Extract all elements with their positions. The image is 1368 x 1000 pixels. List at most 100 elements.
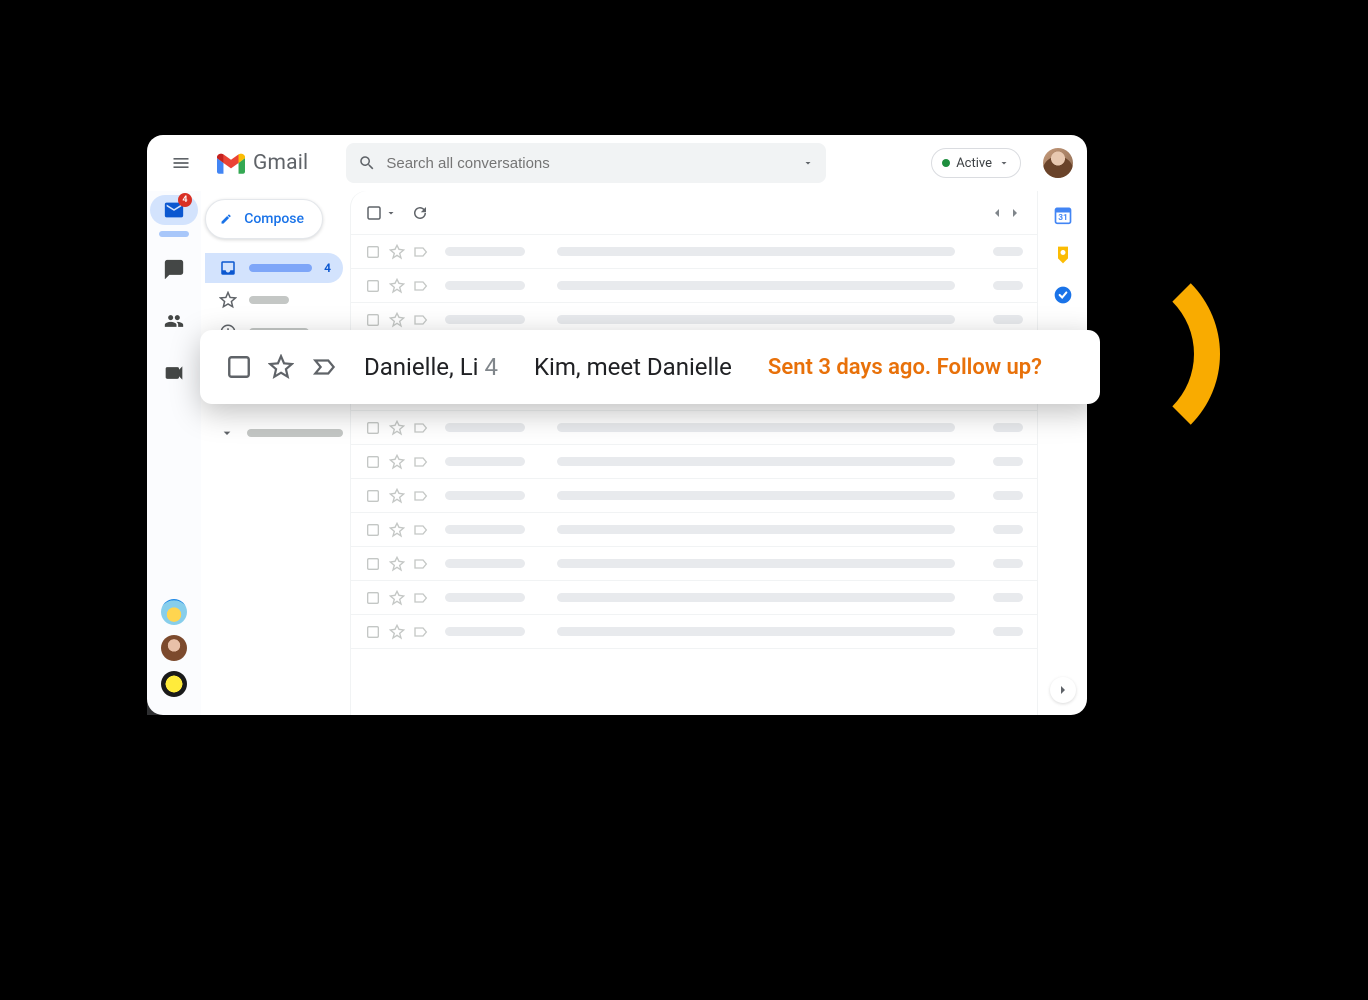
label-icon (413, 420, 429, 436)
checkbox-icon (365, 278, 381, 294)
spaces-icon (164, 311, 184, 331)
label-icon (413, 590, 429, 606)
email-row-placeholder[interactable] (351, 445, 1037, 479)
label-icon (413, 624, 429, 640)
highlighted-email-row[interactable]: Danielle, Li 4 Kim, meet Danielle Sent 3… (200, 330, 1100, 404)
checkbox-icon (365, 420, 381, 436)
label-icon (413, 278, 429, 294)
rail-chat-button[interactable] (154, 249, 194, 289)
nav-inbox[interactable]: 4 (205, 253, 343, 283)
chevron-down-icon (998, 157, 1010, 169)
gmail-logo-icon (217, 152, 245, 174)
important-label-icon[interactable] (310, 354, 340, 380)
app-header: Gmail Active (147, 135, 1087, 191)
checkbox-icon (365, 204, 383, 222)
keep-icon[interactable] (1053, 245, 1073, 265)
svg-text:31: 31 (1058, 213, 1068, 223)
search-bar[interactable] (346, 143, 826, 183)
sidepanel-expand-button[interactable] (1050, 677, 1076, 703)
label-icon (413, 522, 429, 538)
meet-icon (164, 363, 184, 383)
status-chip[interactable]: Active (931, 148, 1021, 178)
star-icon (389, 624, 405, 640)
app-name: Gmail (253, 151, 308, 175)
rail-spaces-button[interactable] (154, 301, 194, 341)
account-avatar[interactable] (1043, 148, 1073, 178)
gmail-logo-area[interactable]: Gmail (217, 151, 308, 175)
rail-contacts (161, 599, 187, 697)
contact-avatar-3[interactable] (161, 671, 187, 697)
email-row-placeholder[interactable] (351, 513, 1037, 547)
chevron-down-icon (219, 425, 235, 441)
folder-sidebar: Compose 4 (201, 191, 351, 715)
checkbox-icon (365, 312, 381, 328)
star-icon (389, 420, 405, 436)
contact-avatar-1[interactable] (161, 599, 187, 625)
star-icon (389, 556, 405, 572)
status-label: Active (956, 156, 992, 171)
status-dot-icon (942, 159, 950, 167)
hamburger-icon (171, 153, 191, 173)
email-subject: Kim, meet Danielle (534, 353, 732, 381)
label-icon (413, 488, 429, 504)
star-icon (389, 590, 405, 606)
pager[interactable] (989, 205, 1023, 221)
gmail-window: Gmail Active 4 (147, 135, 1087, 715)
inbox-count: 4 (324, 261, 331, 275)
inbox-icon (219, 259, 237, 277)
star-icon (389, 488, 405, 504)
contact-avatar-2[interactable] (161, 635, 187, 661)
rail-indicator (159, 231, 189, 237)
email-row-placeholder[interactable] (351, 479, 1037, 513)
star-icon (389, 244, 405, 260)
star-icon (389, 522, 405, 538)
star-icon (389, 454, 405, 470)
star-icon (389, 312, 405, 328)
email-nudge: Sent 3 days ago. Follow up? (768, 355, 1042, 380)
search-input[interactable] (386, 155, 802, 172)
nav-label-placeholder (249, 264, 312, 272)
list-toolbar (351, 191, 1037, 235)
email-row-placeholder[interactable] (351, 547, 1037, 581)
email-row-placeholder[interactable] (351, 581, 1037, 615)
checkbox-icon (365, 522, 381, 538)
label-icon (413, 244, 429, 260)
checkbox-icon (365, 556, 381, 572)
email-sender: Danielle, Li (364, 353, 478, 381)
email-row-placeholder[interactable] (351, 615, 1037, 649)
refresh-icon[interactable] (411, 204, 429, 222)
search-icon (358, 154, 376, 172)
chevron-right-icon (1055, 682, 1071, 698)
mail-badge: 4 (178, 193, 192, 207)
checkbox-icon (365, 624, 381, 640)
nav-more[interactable] (205, 419, 343, 447)
checkbox-icon[interactable] (226, 354, 252, 380)
caret-down-icon (385, 207, 397, 219)
chevron-left-icon (989, 205, 1005, 221)
pencil-icon (220, 210, 232, 228)
star-icon[interactable] (268, 354, 294, 380)
nav-label-placeholder (249, 296, 289, 304)
email-thread-count: 4 (484, 353, 498, 381)
checkbox-icon (365, 488, 381, 504)
search-options-icon[interactable] (802, 157, 814, 169)
checkbox-icon (365, 590, 381, 606)
select-all-control[interactable] (365, 204, 397, 222)
calendar-icon[interactable]: 31 (1053, 205, 1073, 225)
rail-mail-button[interactable]: 4 (150, 195, 198, 225)
checkbox-icon (365, 454, 381, 470)
email-list-pane (351, 191, 1037, 715)
app-rail: 4 (147, 191, 201, 715)
label-icon (413, 312, 429, 328)
nav-label-placeholder (247, 429, 343, 437)
email-row-placeholder[interactable] (351, 235, 1037, 269)
label-icon (413, 556, 429, 572)
compose-button[interactable]: Compose (205, 199, 323, 239)
chat-icon (164, 259, 184, 279)
nav-starred[interactable] (205, 285, 343, 315)
checkbox-icon (365, 244, 381, 260)
rail-meet-button[interactable] (154, 353, 194, 393)
email-row-placeholder[interactable] (351, 269, 1037, 303)
email-row-placeholder[interactable] (351, 411, 1037, 445)
main-menu-button[interactable] (161, 143, 201, 183)
